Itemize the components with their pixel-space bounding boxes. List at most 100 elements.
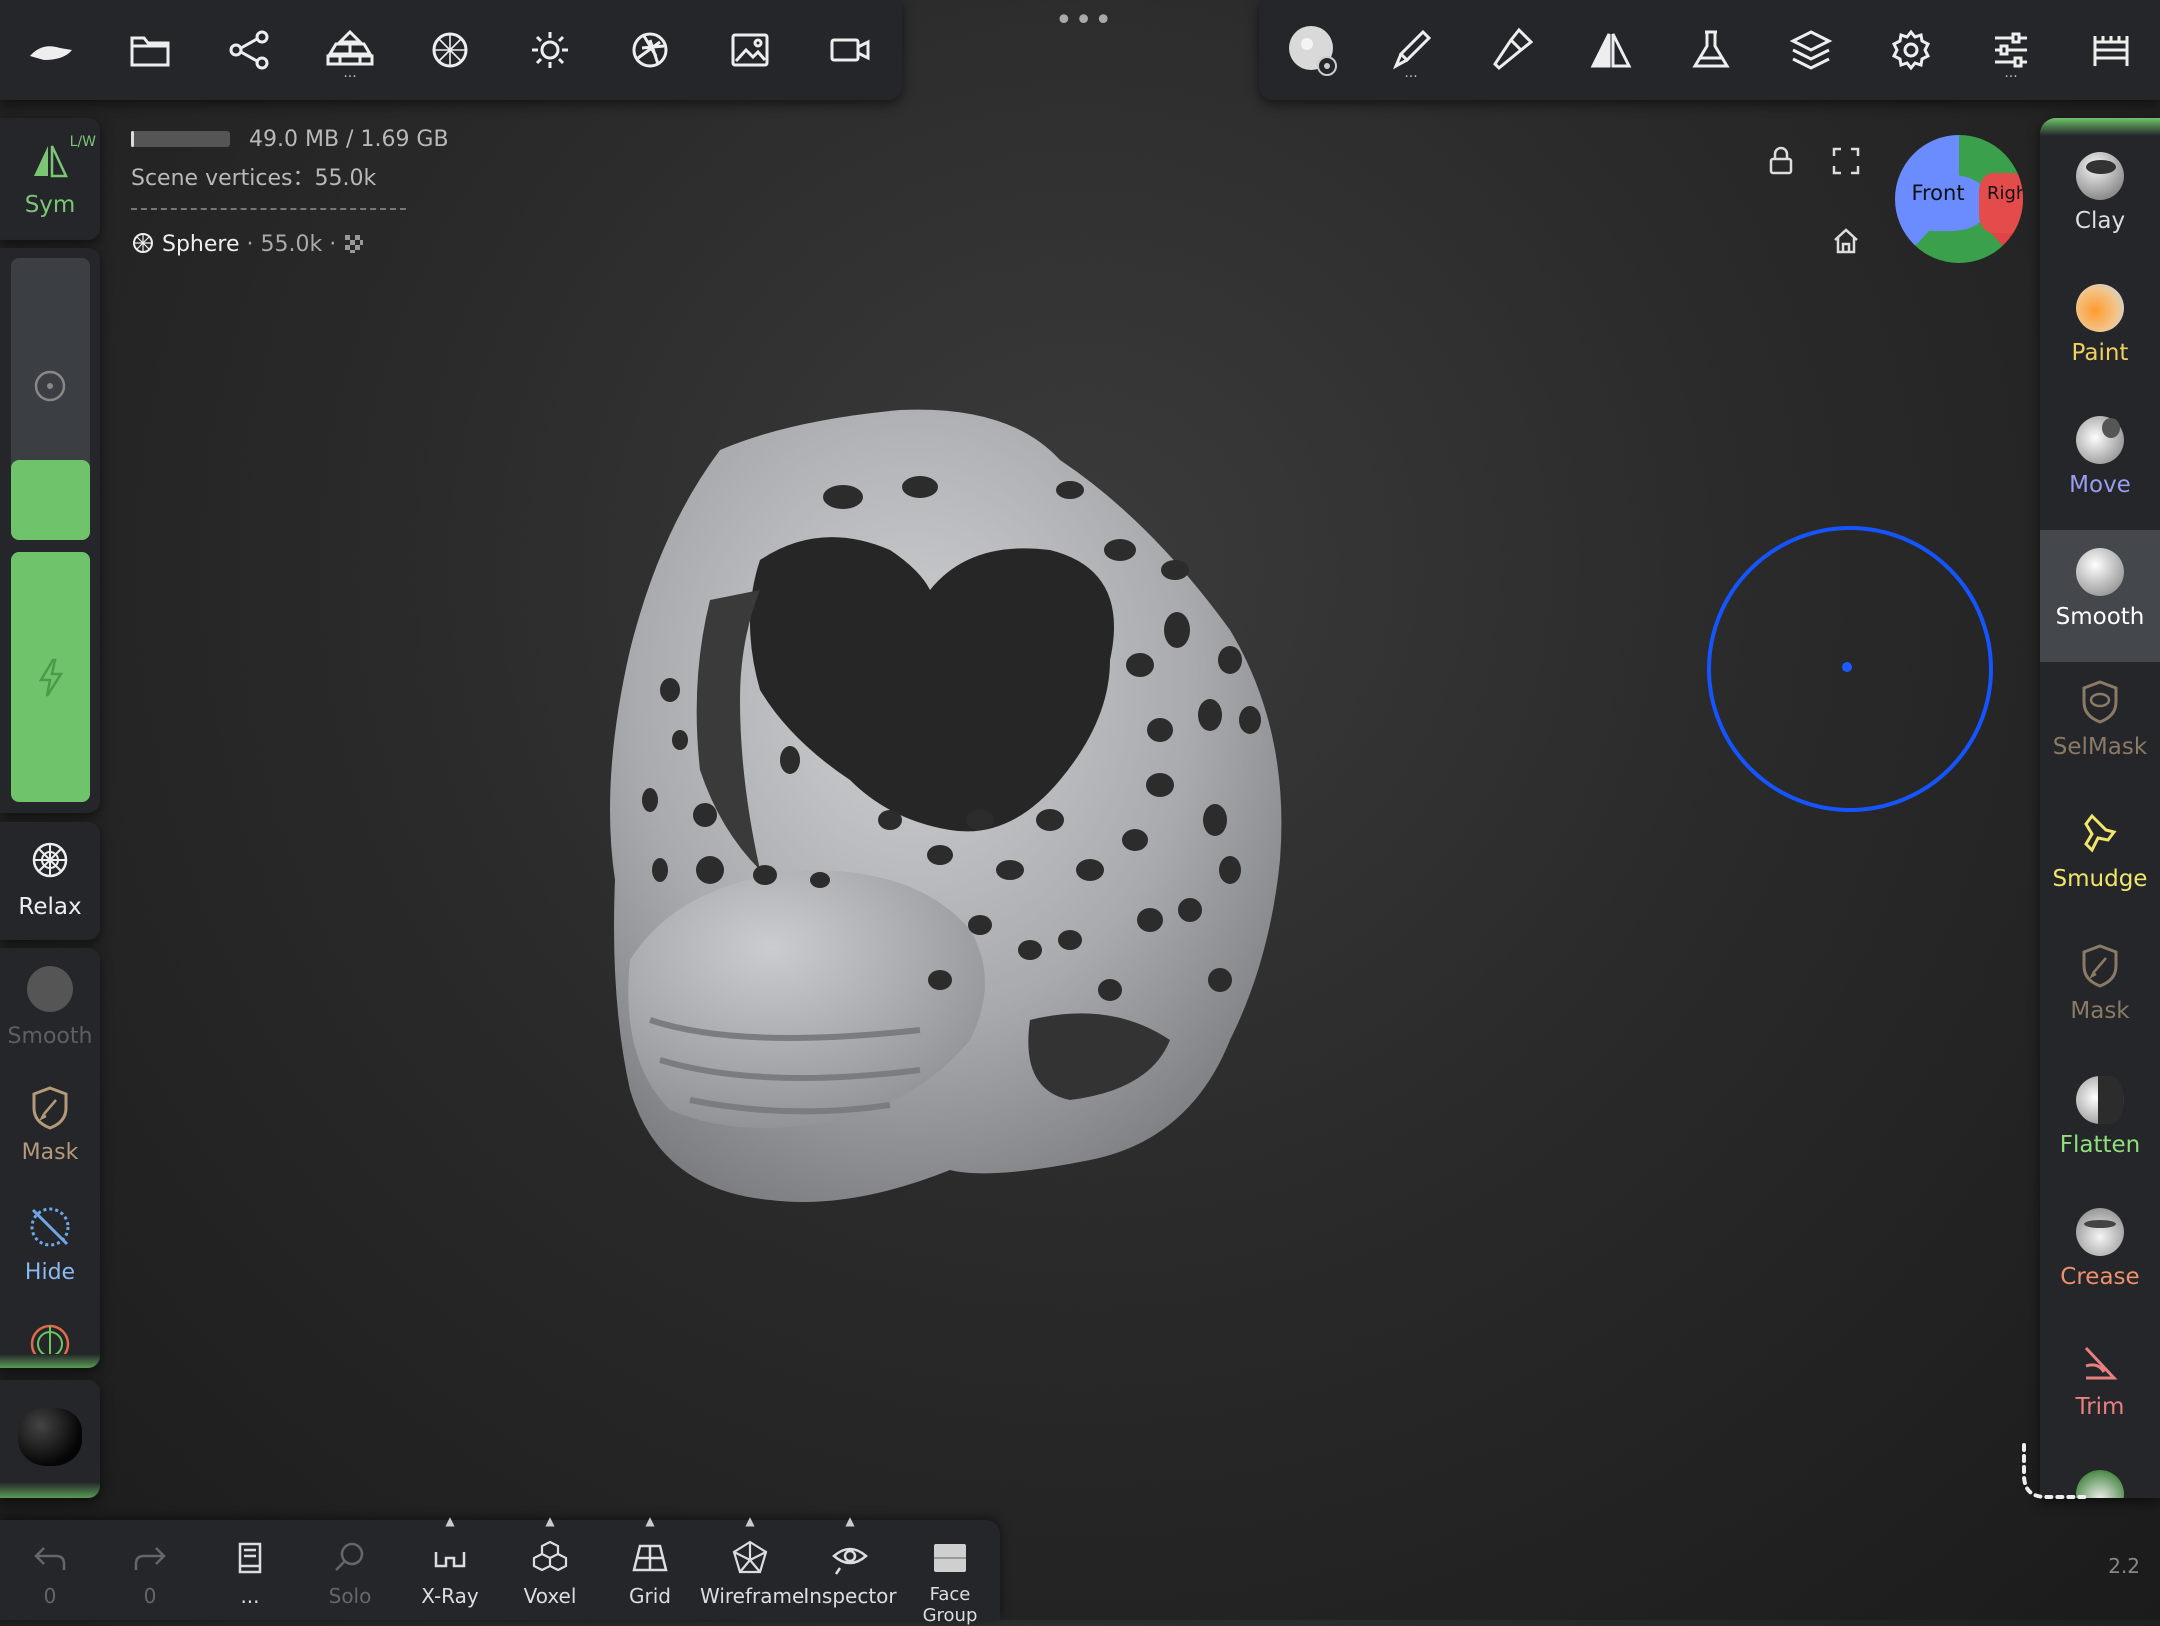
undo-button[interactable]: 0 — [0, 1520, 100, 1620]
quick-smooth-button[interactable]: Smooth — [0, 958, 100, 1068]
redo-icon — [134, 1547, 166, 1570]
memory-usage-text: 49.0 MB / 1.69 GB — [249, 127, 449, 152]
smudge-finger-icon — [2084, 813, 2117, 853]
tool-smudge[interactable]: Smudge — [2040, 794, 2160, 926]
grid-caret-icon: ▲ — [645, 1514, 655, 1528]
inspector-eye-icon — [832, 1547, 868, 1575]
inspector-button[interactable]: ▲ Inspector — [800, 1514, 900, 1620]
flask-icon[interactable] — [1681, 20, 1741, 80]
radius-slider[interactable] — [11, 258, 90, 540]
object-meta: · 55.0k · — [239, 232, 337, 257]
tool-flatten[interactable]: Flatten — [2040, 1058, 2160, 1190]
scene-graph-icon[interactable] — [220, 20, 280, 80]
tool-smooth[interactable]: Smooth — [2040, 530, 2160, 662]
tool-crease-label: Crease — [2060, 1264, 2140, 1290]
material-preview-button[interactable] — [0, 1380, 100, 1498]
grid-label: Grid — [629, 1584, 671, 1608]
settings-gear-icon[interactable] — [1881, 20, 1941, 80]
smooth-brush-icon — [2076, 548, 2124, 596]
clay-brush-icon — [2076, 152, 2124, 200]
history-book-icon — [238, 1542, 262, 1574]
mask-shield-icon — [32, 1086, 68, 1130]
tool-mask[interactable]: Mask — [2040, 926, 2160, 1058]
scene-bench-icon[interactable] — [2081, 20, 2141, 80]
history-button[interactable]: ... — [200, 1520, 300, 1620]
relax-button[interactable]: Relax — [0, 822, 100, 940]
tool-move[interactable]: Move — [2040, 398, 2160, 530]
current-brush-icon[interactable] — [1281, 20, 1341, 80]
material-preview-accent — [0, 1482, 100, 1498]
info-divider — [131, 208, 406, 210]
quick-mask-button[interactable]: Mask — [0, 1078, 100, 1188]
brush-tools-bar: Clay Paint Move Smooth SelMask Smudge Ma… — [2040, 118, 2160, 1498]
voxel-cubes-icon — [532, 1540, 568, 1572]
version-number: 2.2 — [2108, 1554, 2140, 1578]
stroke-tool-icon[interactable] — [1481, 20, 1541, 80]
tool-trim-label: Trim — [2075, 1394, 2125, 1420]
facegroup-button[interactable]: Face Group — [900, 1520, 1000, 1626]
wireframe-button[interactable]: ▲ Wireframe — [700, 1514, 804, 1620]
wireframe-icon — [732, 1540, 768, 1574]
voxel-label: Voxel — [523, 1584, 577, 1608]
selected-object-row[interactable]: Sphere · 55.0k · — [131, 231, 365, 257]
gizmo-front-label: Front — [1911, 181, 1965, 205]
material-sphere-icon[interactable] — [420, 20, 480, 80]
checker-texture-icon — [345, 235, 364, 253]
smooth-brush-icon — [27, 966, 73, 1012]
bottom-toolbar: 0 0 ... Solo ▲ X-Ray ▲ Voxel ▲ Grid ▲ Wi… — [0, 1514, 1000, 1626]
stroke-path-icon[interactable] — [2010, 1435, 2100, 1525]
top-right-toolbar: ... ... — [1259, 0, 2160, 100]
redo-button[interactable]: 0 — [100, 1520, 200, 1620]
symmetry-button[interactable]: L/W Sym — [0, 118, 100, 240]
quick-tools-accent — [0, 1354, 100, 1368]
xray-button[interactable]: ▲ X-Ray — [400, 1514, 500, 1620]
layers-icon[interactable] — [1781, 20, 1841, 80]
crease-brush-icon — [2076, 1208, 2124, 1256]
quick-tools-panel: Smooth Mask Hide — [0, 948, 100, 1368]
scene-vertices-text: Scene vertices：55.0k — [131, 166, 377, 191]
folder-icon[interactable] — [120, 20, 180, 80]
tool-clay[interactable]: Clay — [2040, 134, 2160, 266]
tool-smudge-label: Smudge — [2052, 866, 2148, 892]
sliders-more-indicator: ... — [2004, 65, 2018, 81]
camera-aperture-icon[interactable] — [620, 20, 680, 80]
tool-crease[interactable]: Crease — [2040, 1190, 2160, 1322]
grid-button[interactable]: ▲ Grid — [600, 1514, 700, 1620]
move-brush-icon — [2076, 416, 2124, 464]
inspector-caret-icon: ▲ — [845, 1514, 855, 1528]
symmetry-icon[interactable] — [1581, 20, 1641, 80]
brush-center-dot — [1842, 662, 1852, 672]
solo-label: Solo — [328, 1584, 372, 1608]
home-view-icon[interactable] — [1830, 225, 1862, 257]
nomad-logo-icon[interactable] — [20, 20, 80, 80]
tool-paint[interactable]: Paint — [2040, 266, 2160, 398]
tool-selmask[interactable]: SelMask — [2040, 662, 2160, 794]
intensity-lightning-icon — [38, 658, 64, 697]
undo-count: 0 — [43, 1584, 57, 1608]
memory-usage-bar — [131, 131, 230, 147]
object-name: Sphere — [162, 232, 240, 257]
redo-count: 0 — [143, 1584, 157, 1608]
solo-button[interactable]: Solo — [300, 1520, 400, 1620]
voxel-button[interactable]: ▲ Voxel — [500, 1514, 600, 1620]
fullscreen-icon[interactable] — [1830, 145, 1862, 177]
tool-move-label: Move — [2069, 472, 2131, 498]
quick-hide-button[interactable]: Hide — [0, 1198, 100, 1308]
memory-usage-fill — [131, 131, 134, 147]
xray-glasses-icon — [434, 1552, 466, 1568]
view-orientation-gizmo[interactable]: Front Righ — [1895, 135, 2023, 263]
sculpt-model[interactable] — [590, 400, 1380, 1240]
light-sun-icon[interactable] — [520, 20, 580, 80]
undo-icon — [34, 1547, 66, 1570]
image-icon[interactable] — [720, 20, 780, 80]
video-camera-icon[interactable] — [820, 20, 880, 80]
trim-icon — [2084, 1346, 2118, 1380]
intensity-slider[interactable] — [11, 552, 90, 802]
symmetry-label: Sym — [24, 192, 76, 218]
xray-caret-icon: ▲ — [445, 1514, 455, 1528]
more-options-dots[interactable]: ••• — [1055, 6, 1112, 36]
topology-more-indicator: ... — [343, 65, 357, 81]
radius-icon — [34, 370, 66, 402]
gizmo-right-label: Righ — [1987, 183, 2023, 204]
lock-icon[interactable] — [1765, 145, 1797, 177]
